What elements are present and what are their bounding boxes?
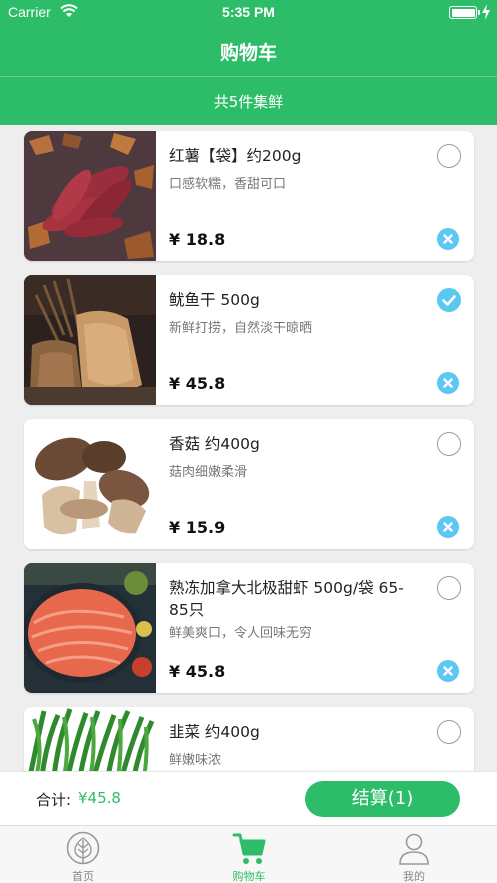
cart-item[interactable]: 韭菜 约400g 鲜嫩味浓: [24, 707, 474, 771]
item-price-value: 45.8: [185, 662, 226, 681]
tab-label: 购物车: [232, 870, 266, 883]
cart-item[interactable]: 红薯【袋】约200g 口感软糯，香甜可口 ¥ 18.8: [24, 131, 474, 261]
item-name: 红薯【袋】约200g: [169, 147, 302, 165]
item-price-value: 15.9: [185, 518, 226, 537]
item-name: 熟冻加拿大北极甜虾 500g/袋 65-85只: [169, 579, 404, 619]
status-bar: Carrier 5:35 PM: [0, 0, 497, 26]
currency-symbol: ¥: [169, 374, 181, 393]
checkout-button[interactable]: 结算(1): [305, 781, 460, 817]
item-name: 鱿鱼干 500g: [169, 291, 260, 309]
tab-bar: 首页 购物车 我的: [0, 825, 497, 883]
tab-profile[interactable]: 我的: [331, 826, 497, 883]
remove-item-button[interactable]: [437, 660, 459, 682]
page-title: 购物车: [219, 42, 277, 64]
total-value: ¥45.8: [78, 789, 121, 807]
charging-icon: [482, 4, 490, 20]
item-price-value: 45.8: [185, 374, 226, 393]
product-image-mushroom: [24, 419, 156, 549]
item-price-value: 18.8: [185, 230, 226, 249]
currency-symbol: ¥: [169, 518, 181, 537]
item-description: 鲜美爽口，令人回味无穷: [169, 626, 313, 641]
checkmark-icon: [442, 295, 456, 306]
item-name: 韭菜 约400g: [169, 723, 260, 741]
item-price: ¥ 45.8: [169, 662, 225, 681]
person-icon: [399, 833, 429, 865]
close-icon: [443, 234, 453, 244]
cart-summary: 共5件集鲜: [213, 93, 284, 111]
status-time: 5:35 PM: [222, 4, 275, 20]
cart-item[interactable]: 熟冻加拿大北极甜虾 500g/袋 65-85只 鲜美爽口，令人回味无穷 ¥ 45…: [24, 563, 474, 693]
item-description: 菇肉细嫩柔滑: [169, 465, 248, 480]
cart-icon: [232, 833, 266, 864]
item-description: 口感软糯，香甜可口: [169, 177, 287, 192]
total-label: 合计:: [36, 791, 72, 809]
item-description: 鲜嫩味浓: [169, 753, 222, 768]
item-price: ¥ 15.9: [169, 518, 225, 537]
tab-label: 我的: [403, 870, 425, 883]
select-checkbox[interactable]: [437, 144, 461, 168]
nav-bar: 购物车: [0, 26, 497, 76]
currency-symbol: ¥: [169, 230, 181, 249]
tab-label: 首页: [72, 870, 94, 883]
checkout-bar: 合计: ¥45.8 结算(1): [0, 771, 497, 825]
cart-list[interactable]: 红薯【袋】约200g 口感软糯，香甜可口 ¥ 18.8 鱿鱼干 500g 新鲜打: [0, 125, 497, 771]
item-name: 香菇 约400g: [169, 435, 260, 453]
close-icon: [443, 378, 453, 388]
close-icon: [443, 522, 453, 532]
product-image-dried-squid: [24, 275, 156, 405]
tab-home[interactable]: 首页: [0, 826, 166, 883]
select-checkbox[interactable]: [437, 432, 461, 456]
cart-item[interactable]: 鱿鱼干 500g 新鲜打捞，自然淡干晾晒 ¥ 45.8: [24, 275, 474, 405]
select-checkbox[interactable]: [437, 720, 461, 744]
cart-item[interactable]: 香菇 约400g 菇肉细嫩柔滑 ¥ 15.9: [24, 419, 474, 549]
remove-item-button[interactable]: [437, 228, 459, 250]
select-checkbox[interactable]: [437, 576, 461, 600]
remove-item-button[interactable]: [437, 516, 459, 538]
remove-item-button[interactable]: [437, 372, 459, 394]
select-checkbox[interactable]: [437, 288, 461, 312]
battery-icon: [449, 6, 480, 19]
item-price: ¥ 45.8: [169, 374, 225, 393]
item-description: 新鲜打捞，自然淡干晾晒: [169, 321, 313, 336]
cart-summary-bar: 共5件集鲜: [0, 76, 497, 125]
product-image-chives: [24, 707, 156, 771]
product-image-sweet-potato: [24, 131, 156, 261]
product-image-shrimp: [24, 563, 156, 693]
close-icon: [443, 666, 453, 676]
currency-symbol: ¥: [169, 662, 181, 681]
leaf-icon: [66, 831, 100, 865]
item-price: ¥ 18.8: [169, 230, 225, 249]
tab-cart[interactable]: 购物车: [166, 826, 332, 883]
